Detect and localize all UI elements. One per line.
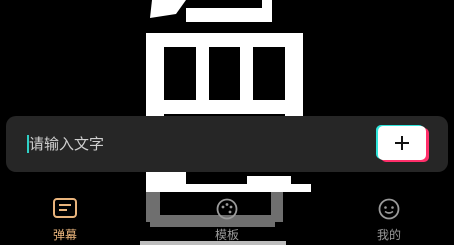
barrage-icon xyxy=(53,198,77,218)
tab-profile-label: 我的 xyxy=(376,228,401,242)
profile-icon xyxy=(378,198,400,220)
barrage-text-input[interactable] xyxy=(26,128,366,160)
tab-barrage[interactable]: 弹幕 xyxy=(25,196,105,245)
tab-profile[interactable]: 我的 xyxy=(349,196,429,245)
text-input-panel xyxy=(6,116,448,172)
tab-template[interactable]: 模板 xyxy=(187,196,267,245)
tab-barrage-label: 弹幕 xyxy=(52,228,77,242)
barrage-preview: 弹幕 模板 我的 xyxy=(0,0,454,245)
tab-template-label: 模板 xyxy=(214,228,239,242)
plus-icon xyxy=(395,136,409,150)
add-button[interactable] xyxy=(378,126,426,160)
template-icon xyxy=(216,198,238,220)
